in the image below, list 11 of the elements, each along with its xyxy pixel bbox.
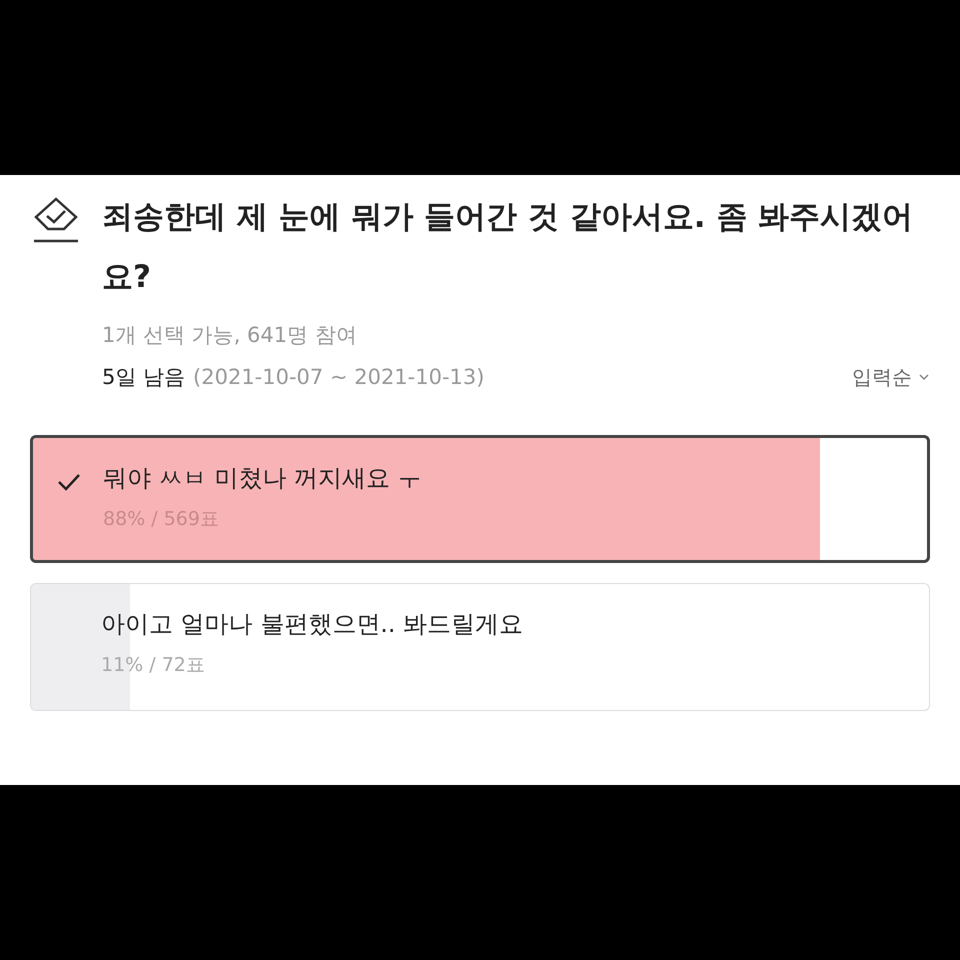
poll-info: 1개 선택 가능, 641명 참여 [102, 322, 358, 349]
poll-title: 죄송한데 제 눈에 뭐가 들어간 것 같아서요. 좀 봐주시겠어요? [102, 198, 914, 297]
sort-dropdown[interactable]: 입력순 [852, 364, 930, 390]
option-label: 뭐야 ㅆㅂ 미쳤나 꺼지새요 ㅜ [103, 463, 423, 494]
option-label: 아이고 얼마나 불편했으면.. 봐드릴게요 [101, 609, 524, 640]
vote-result: 11% / 72표 [101, 653, 206, 678]
check-icon [57, 472, 81, 492]
remaining-days: 5일 남음 [102, 363, 186, 391]
poll-period: (2021-10-07 ~ 2021-10-13) [193, 365, 486, 389]
caret-icon [918, 373, 930, 381]
poll-option[interactable]: 아이고 얼마나 불편했으면.. 봐드릴게요 11% / 72표 [30, 583, 930, 711]
